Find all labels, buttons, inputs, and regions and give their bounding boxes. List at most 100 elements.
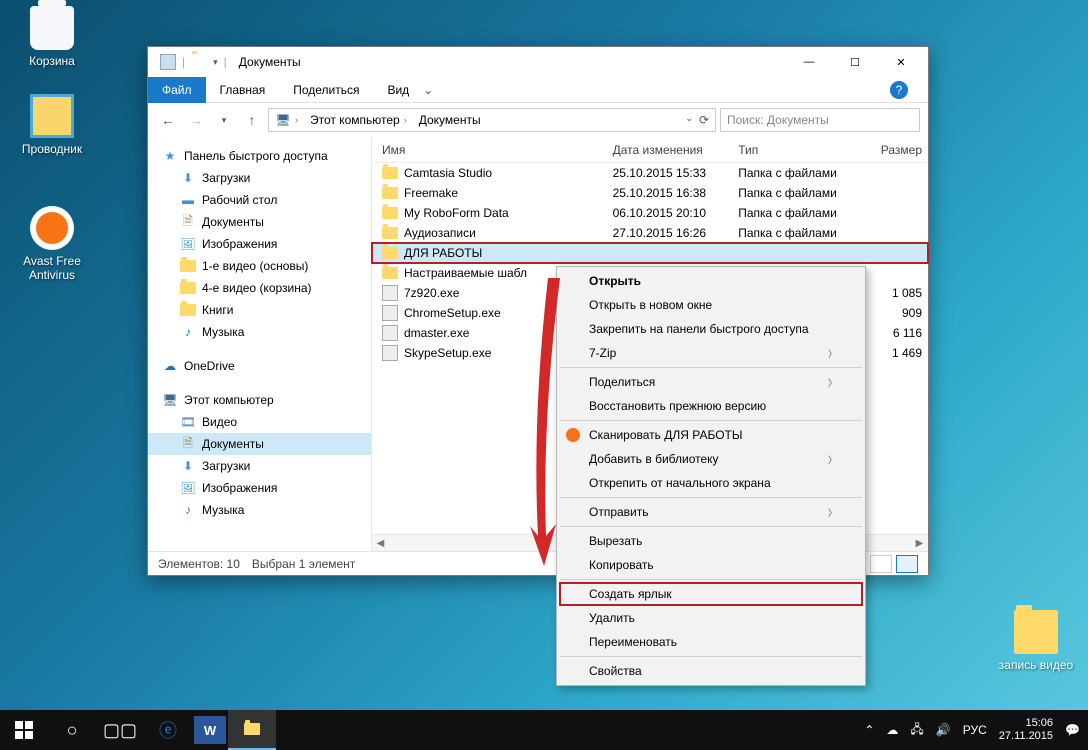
nav-documents[interactable]: 🗎Документы — [148, 211, 371, 233]
nav-quick-access[interactable]: ★Панель быстрого доступа — [148, 145, 371, 167]
file-row[interactable]: My RoboForm Data06.10.2015 20:10Папка с … — [372, 203, 928, 223]
nav-pictures[interactable]: 🖼Изображения — [148, 233, 371, 255]
properties-icon[interactable] — [160, 54, 176, 70]
nav-desktop[interactable]: ▬Рабочий стол — [148, 189, 371, 211]
taskbar-taskview[interactable]: ▢▢ — [96, 710, 144, 750]
ctx-7zip[interactable]: 7-Zip〉 — [559, 341, 863, 365]
nav-vid4[interactable]: 4-е видео (корзина) — [148, 277, 371, 299]
nav-downloads2[interactable]: ⬇Загрузки — [148, 455, 371, 477]
nav-downloads[interactable]: ⬇Загрузки — [148, 167, 371, 189]
ctx-library[interactable]: Добавить в библиотеку〉 — [559, 447, 863, 471]
start-button[interactable] — [0, 710, 48, 750]
taskbar-search[interactable]: ○ — [48, 710, 96, 750]
nav-pictures2[interactable]: 🖼Изображения — [148, 477, 371, 499]
taskbar-edge[interactable]: ⓔ — [144, 710, 192, 750]
desktop-recycle-bin[interactable]: Корзина — [12, 6, 92, 68]
file-name: Camtasia Studio — [404, 166, 492, 180]
scroll-right-icon[interactable]: ▶ — [911, 538, 928, 549]
tray-speaker-icon[interactable]: 🔊 — [936, 723, 951, 737]
file-type: Папка с файлами — [738, 186, 862, 200]
tray-language[interactable]: РУС — [963, 723, 987, 737]
col-name[interactable]: Имя — [372, 143, 613, 157]
col-size[interactable]: Размер — [862, 143, 928, 157]
ctx-rename[interactable]: Переименовать — [559, 630, 863, 654]
ctx-open[interactable]: Открыть — [559, 269, 863, 293]
file-name: 7z920.exe — [404, 286, 459, 300]
titlebar[interactable]: | ▾ | Документы — ☐ ✕ — [148, 47, 928, 77]
nav-onedrive[interactable]: ☁OneDrive — [148, 355, 371, 377]
file-row[interactable]: Аудиозаписи27.10.2015 16:26Папка с файла… — [372, 223, 928, 243]
file-name: Аудиозаписи — [404, 226, 476, 240]
new-folder-icon[interactable] — [191, 54, 207, 70]
nav-vid1[interactable]: 1-е видео (основы) — [148, 255, 371, 277]
ctx-create-shortcut[interactable]: Создать ярлык — [559, 582, 863, 606]
taskbar-explorer[interactable] — [228, 710, 276, 750]
minimize-button[interactable]: — — [786, 48, 832, 76]
nav-documents2[interactable]: 🗎Документы — [148, 433, 371, 455]
tab-share[interactable]: Поделиться — [279, 77, 373, 103]
address-bar[interactable]: 🖥› Этот компьютер› Документы ⌄ ⟳ — [268, 108, 716, 132]
tab-view[interactable]: Вид — [373, 77, 423, 103]
file-type: Папка с файлами — [738, 226, 862, 240]
tray-up-icon[interactable]: ⌃ — [864, 723, 874, 737]
taskbar-word[interactable]: W — [194, 716, 226, 744]
col-date[interactable]: Дата изменения — [613, 143, 739, 157]
nav-music[interactable]: ♪Музыка — [148, 321, 371, 343]
documents-icon: 🗎 — [180, 214, 196, 230]
maximize-button[interactable]: ☐ — [832, 48, 878, 76]
file-size: 909 — [862, 306, 928, 320]
search-input[interactable]: Поиск: Документы — [720, 108, 920, 132]
crumb-pc[interactable]: Этот компьютер — [310, 113, 400, 127]
file-row[interactable]: Freemake25.10.2015 16:38Папка с файлами — [372, 183, 928, 203]
ctx-delete[interactable]: Удалить — [559, 606, 863, 630]
tray-onedrive-icon[interactable]: ☁ — [886, 723, 898, 737]
desktop-explorer[interactable]: Проводник — [12, 94, 92, 156]
file-name: Настраиваемые шабл — [404, 266, 527, 280]
nav-music2[interactable]: ♪Музыка — [148, 499, 371, 521]
tray-notifications-icon[interactable]: 💬 — [1065, 723, 1080, 737]
nav-up-button[interactable]: ↑ — [240, 108, 264, 132]
address-dropdown-icon[interactable]: ⌄ — [685, 113, 693, 127]
file-row[interactable]: Camtasia Studio25.10.2015 15:33Папка с ф… — [372, 163, 928, 183]
close-button[interactable]: ✕ — [878, 48, 924, 76]
documents-icon: 🗎 — [180, 436, 196, 452]
file-row[interactable]: ДЛЯ РАБОТЫ — [372, 243, 928, 263]
exe-icon — [382, 285, 398, 301]
tray-clock[interactable]: 15:06 27.11.2015 — [999, 717, 1053, 743]
tab-file[interactable]: Файл — [148, 77, 206, 103]
nav-this-pc[interactable]: 🖥Этот компьютер — [148, 389, 371, 411]
refresh-icon[interactable]: ⟳ — [699, 113, 709, 127]
nav-books[interactable]: Книги — [148, 299, 371, 321]
tab-home[interactable]: Главная — [206, 77, 280, 103]
nav-recent-button[interactable]: ▾ — [212, 108, 236, 132]
qat-chevron[interactable]: ▾ — [213, 57, 218, 68]
file-type: Папка с файлами — [738, 166, 862, 180]
nav-back-button[interactable]: ← — [156, 108, 180, 132]
desktop-avast[interactable]: Avast Free Antivirus — [12, 206, 92, 282]
ctx-scan[interactable]: Сканировать ДЛЯ РАБОТЫ — [559, 423, 863, 447]
help-button[interactable]: ? — [890, 81, 920, 99]
col-type[interactable]: Тип — [738, 143, 862, 157]
label: Проводник — [12, 142, 92, 156]
ctx-restore[interactable]: Восстановить прежнюю версию — [559, 394, 863, 418]
nav-video[interactable]: 🎞Видео — [148, 411, 371, 433]
ctx-pin-quick[interactable]: Закрепить на панели быстрого доступа — [559, 317, 863, 341]
ctx-unpin-start[interactable]: Открепить от начального экрана — [559, 471, 863, 495]
tray-network-icon[interactable]: 🖧 — [910, 720, 923, 741]
view-details-button[interactable] — [870, 555, 892, 573]
onedrive-icon: ☁ — [162, 358, 178, 374]
ctx-share[interactable]: Поделиться〉 — [559, 370, 863, 394]
ctx-send-to[interactable]: Отправить〉 — [559, 500, 863, 524]
ctx-copy[interactable]: Копировать — [559, 553, 863, 577]
crumb-docs[interactable]: Документы — [419, 113, 481, 127]
desktop-record-video[interactable]: запись видео — [996, 610, 1076, 672]
ctx-open-new[interactable]: Открыть в новом окне — [559, 293, 863, 317]
folder-icon — [1014, 610, 1058, 654]
ctx-cut[interactable]: Вырезать — [559, 529, 863, 553]
view-large-button[interactable] — [896, 555, 918, 573]
nav-forward-button[interactable]: → — [184, 108, 208, 132]
expand-ribbon-icon[interactable]: ⌄ — [423, 83, 443, 97]
scroll-left-icon[interactable]: ◀ — [372, 538, 389, 549]
ctx-properties[interactable]: Свойства — [559, 659, 863, 683]
navigation-pane: ★Панель быстрого доступа ⬇Загрузки ▬Рабо… — [148, 137, 372, 551]
